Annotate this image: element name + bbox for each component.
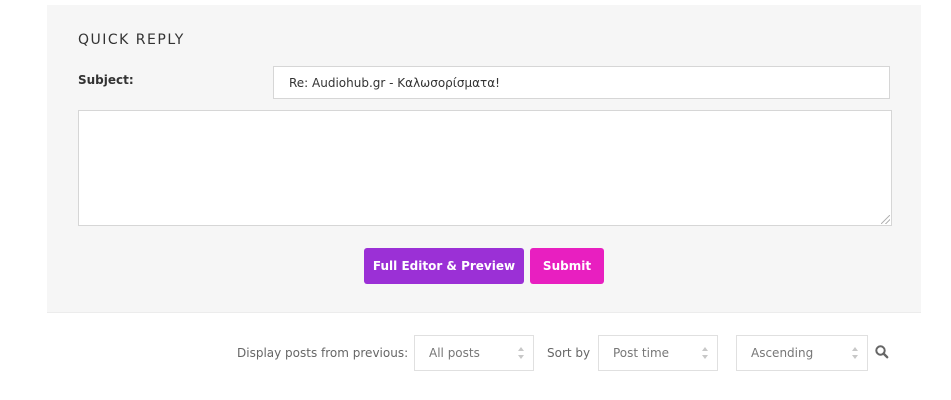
full-editor-preview-button[interactable]: Full Editor & Preview [364, 248, 524, 284]
resize-handle[interactable] [881, 215, 890, 224]
message-textarea[interactable] [78, 110, 892, 226]
select-arrows-icon [852, 347, 858, 359]
select-arrows-icon [702, 347, 708, 359]
display-posts-select[interactable]: All posts [414, 335, 534, 371]
search-icon[interactable] [874, 344, 890, 360]
display-posts-value: All posts [429, 346, 480, 360]
sort-order-value: Ascending [751, 346, 814, 360]
sort-order-select[interactable]: Ascending [736, 335, 868, 371]
sort-by-label: Sort by [547, 346, 591, 360]
submit-button[interactable]: Submit [530, 248, 604, 284]
select-arrows-icon [518, 347, 524, 359]
display-posts-label: Display posts from previous: [237, 346, 409, 360]
sort-by-value: Post time [613, 346, 670, 360]
subject-input[interactable] [273, 66, 890, 99]
sort-by-select[interactable]: Post time [598, 335, 718, 371]
subject-label: Subject: [78, 73, 134, 87]
quick-reply-title: QUICK REPLY [78, 32, 185, 48]
